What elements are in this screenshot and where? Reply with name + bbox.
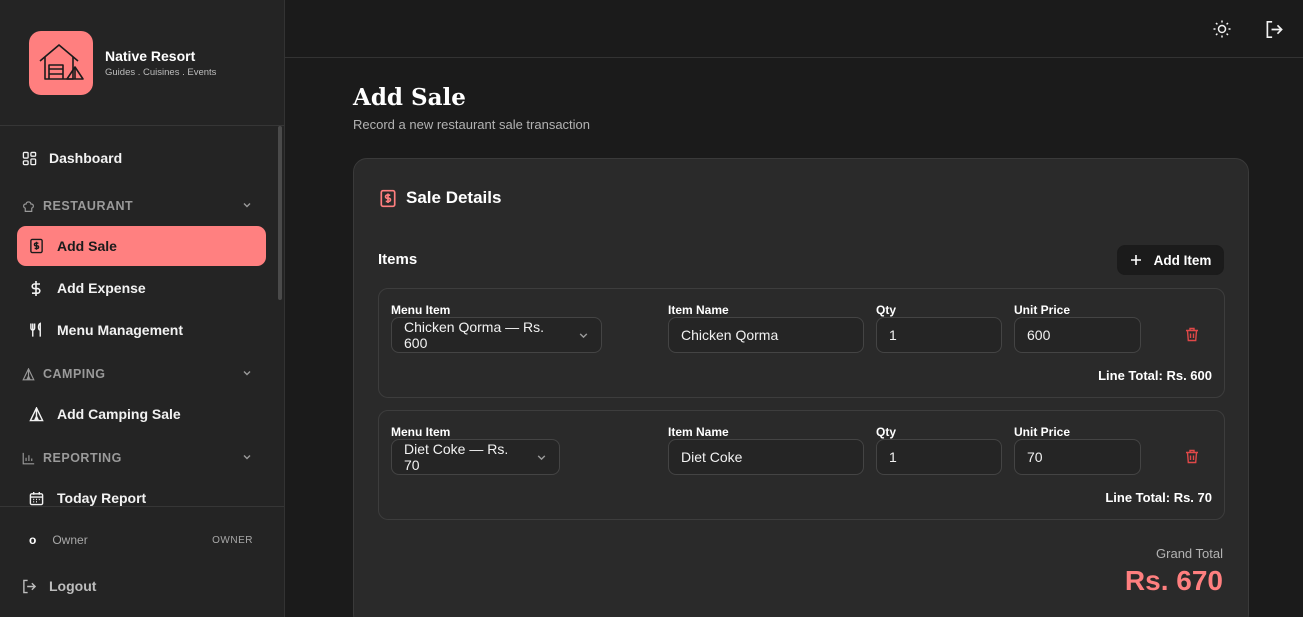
brand-name: Native Resort <box>105 47 196 64</box>
page-subtitle: Record a new restaurant sale transaction <box>353 117 591 132</box>
trash-icon <box>1186 327 1198 342</box>
calendar-icon <box>28 490 44 506</box>
bar-chart-icon <box>21 451 35 465</box>
brand-tagline: Guides . Cuisines . Events <box>105 66 217 78</box>
section-reporting[interactable]: REPORTING <box>17 446 266 470</box>
sale-line-item: Menu Item Diet Coke — Rs. 70 Item Name D… <box>378 410 1225 520</box>
sidebar-item-label: Add Camping Sale <box>57 406 181 422</box>
qty-input[interactable]: 1 <box>876 439 1002 475</box>
dollar-icon <box>28 280 44 296</box>
card-title-text: Sale Details <box>406 188 502 207</box>
user-name: Owner <box>52 533 88 547</box>
dashboard-icon <box>21 150 37 166</box>
menu-item-label: Menu Item <box>391 303 451 317</box>
items-heading: Items <box>378 251 418 268</box>
chevron-down-icon <box>536 452 547 463</box>
receipt-dollar-icon <box>28 238 44 254</box>
chef-hat-icon <box>21 199 35 213</box>
section-label: CAMPING <box>43 367 106 381</box>
qty-label: Qty <box>876 303 897 317</box>
sidebar-footer: o Owner OWNER Logout <box>0 506 284 617</box>
unit-price-label: Unit Price <box>1014 425 1071 439</box>
chevron-down-icon <box>242 199 252 213</box>
add-item-label: Add Item <box>1153 252 1212 268</box>
sidebar-item-add-expense[interactable]: Add Expense <box>17 268 266 308</box>
menu-item-label: Menu Item <box>391 425 451 439</box>
plus-icon <box>1130 254 1142 266</box>
delete-line-button[interactable] <box>1185 327 1199 342</box>
sidebar-item-add-camping-sale[interactable]: Add Camping Sale <box>17 394 266 434</box>
unit-price-input[interactable]: 600 <box>1014 317 1141 353</box>
chevron-down-icon <box>242 451 252 465</box>
section-restaurant[interactable]: RESTAURANT <box>17 194 266 218</box>
sidebar-item-label: Today Report <box>57 490 147 506</box>
qty-label: Qty <box>876 425 897 439</box>
sale-details-card: Sale Details Items Add Item Menu Item Ch… <box>353 158 1249 617</box>
item-name-input[interactable]: Diet Coke <box>668 439 864 475</box>
logout-label: Logout <box>49 578 97 594</box>
tent-icon <box>21 367 35 381</box>
section-label: REPORTING <box>43 451 122 465</box>
logout-button[interactable]: Logout <box>22 578 96 594</box>
sidebar-item-label: Menu Management <box>57 322 184 338</box>
sale-line-item: Menu Item Chicken Qorma — Rs. 600 Item N… <box>378 288 1225 398</box>
qty-input[interactable]: 1 <box>876 317 1002 353</box>
page-title: Add Sale <box>353 84 466 111</box>
add-item-button[interactable]: Add Item <box>1117 245 1224 275</box>
user-info: o Owner OWNER <box>29 533 253 547</box>
unit-price-label: Unit Price <box>1014 303 1071 317</box>
sidebar-item-menu-management[interactable]: Menu Management <box>17 310 266 350</box>
topbar-logout-button[interactable] <box>1262 17 1286 41</box>
sun-icon <box>1213 20 1231 38</box>
sidebar-nav: Dashboard RESTAURANT Add Sale Add Expens… <box>0 126 284 506</box>
chevron-down-icon <box>578 330 589 341</box>
user-role-badge: OWNER <box>212 534 253 546</box>
menu-item-value: Diet Coke — Rs. 70 <box>404 441 509 473</box>
section-camping[interactable]: CAMPING <box>17 362 266 386</box>
utensils-icon <box>28 322 44 338</box>
menu-item-value: Chicken Qorma — Rs. 600 <box>404 319 545 351</box>
menu-item-select[interactable]: Chicken Qorma — Rs. 600 <box>391 317 602 353</box>
grand-total-label: Grand Total <box>1156 546 1223 561</box>
sidebar-item-label: Add Expense <box>57 280 146 296</box>
line-total: Line Total: Rs. 70 <box>1105 490 1212 505</box>
sidebar-item-label: Add Sale <box>57 238 117 254</box>
topbar <box>285 0 1303 58</box>
chevron-down-icon <box>242 367 252 381</box>
sidebar: Native Resort Guides . Cuisines . Events… <box>0 0 285 617</box>
section-label: RESTAURANT <box>43 199 134 213</box>
sidebar-item-label: Dashboard <box>49 150 123 166</box>
sidebar-item-add-sale[interactable]: Add Sale <box>17 226 266 266</box>
trash-icon <box>1186 449 1198 464</box>
theme-toggle-button[interactable] <box>1210 17 1234 41</box>
line-total: Line Total: Rs. 600 <box>1098 368 1212 383</box>
unit-price-input[interactable]: 70 <box>1014 439 1141 475</box>
grand-total-value: Rs. 670 <box>1124 565 1223 596</box>
item-name-label: Item Name <box>668 303 729 317</box>
item-name-label: Item Name <box>668 425 729 439</box>
logout-icon <box>22 579 37 594</box>
item-name-input[interactable]: Chicken Qorma <box>668 317 864 353</box>
resort-logo-icon <box>29 30 93 95</box>
delete-line-button[interactable] <box>1185 449 1199 464</box>
tent-icon <box>28 406 44 422</box>
sidebar-scrollbar[interactable] <box>278 126 282 300</box>
avatar: o <box>29 533 37 547</box>
receipt-dollar-icon <box>379 189 397 208</box>
sidebar-item-dashboard[interactable]: Dashboard <box>17 138 266 178</box>
logout-icon <box>1266 20 1283 38</box>
brand[interactable]: Native Resort Guides . Cuisines . Events <box>0 0 284 126</box>
menu-item-select[interactable]: Diet Coke — Rs. 70 <box>391 439 560 475</box>
card-title: Sale Details <box>379 188 501 208</box>
